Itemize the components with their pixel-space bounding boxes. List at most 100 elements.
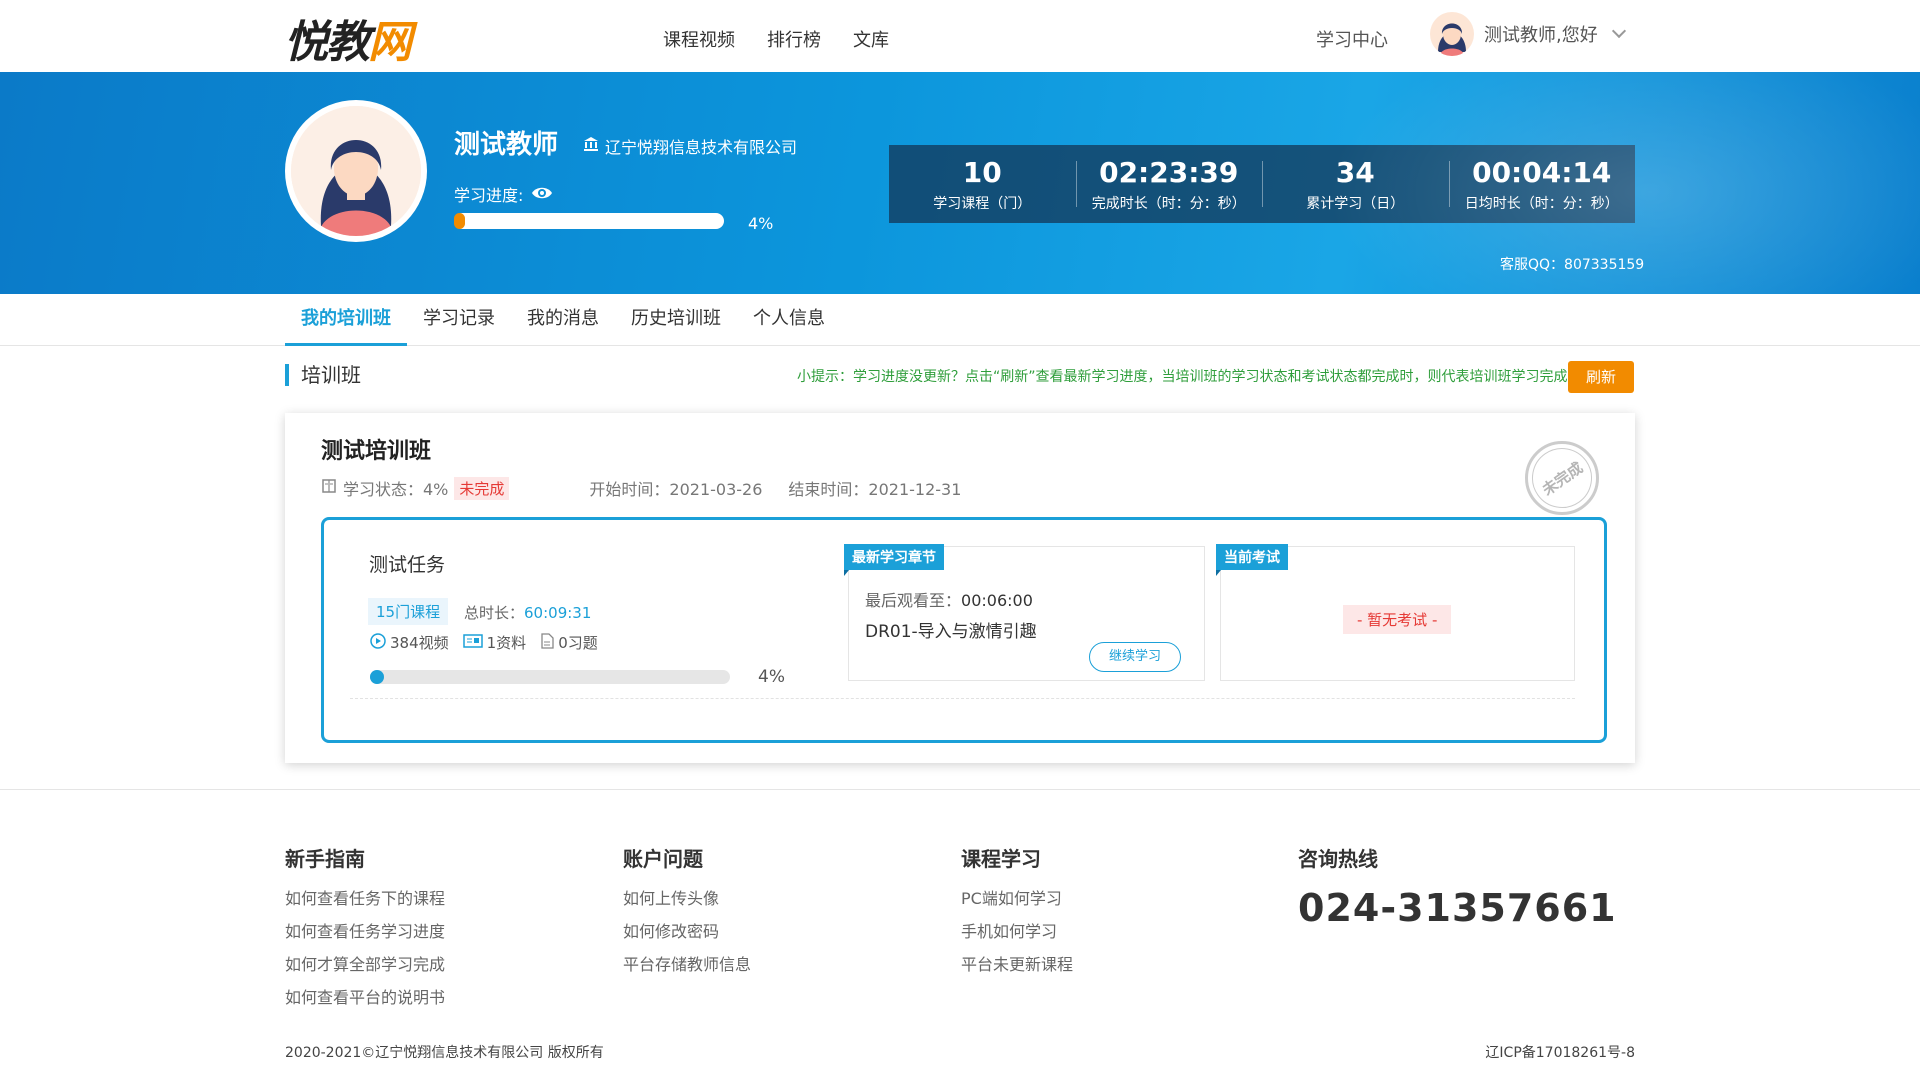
stat-completed-time: 02:23:39 完成时长（时：分：秒） <box>1075 145 1263 223</box>
stat-value: 00:04:14 <box>1472 155 1612 189</box>
footer-link[interactable]: PC端如何学习 <box>961 882 1073 915</box>
task-name: 测试任务 <box>369 554 446 576</box>
current-exam-panel: 当前考试 - 暂无考试 - <box>1216 544 1575 681</box>
stat-daily-average: 00:04:14 日均时长（时：分：秒） <box>1448 145 1636 223</box>
footer-link[interactable]: 平台未更新课程 <box>961 948 1073 981</box>
stat-value: 02:23:39 <box>1099 155 1239 189</box>
footer-col-account: 账户问题 如何上传头像 如何修改密码 平台存储教师信息 <box>623 843 751 981</box>
stat-total-days: 34 累计学习（日） <box>1262 145 1449 223</box>
footer-link[interactable]: 如何查看任务学习进度 <box>285 915 445 948</box>
avatar <box>1430 12 1474 56</box>
footer-divider <box>0 789 1920 790</box>
hotline-number: 024-31357661 <box>1298 886 1617 930</box>
class-meta: 学习状态：4% 未完成 开始时间：2021-03-26 结束时间：2021-12… <box>321 476 961 500</box>
stat-value: 34 <box>1335 155 1375 189</box>
no-exam-label: - 暂无考试 - <box>1343 605 1452 634</box>
latest-chapter-panel: 最新学习章节 最后观看至：00:06:00 DR01-导入与激情引趣 继续学习 <box>844 544 1205 681</box>
task-progress-bar <box>370 670 730 684</box>
footer-col-title: 账户问题 <box>623 847 703 871</box>
stat-label: 学习课程（门） <box>933 195 1032 212</box>
tab-study-records[interactable]: 学习记录 <box>407 294 511 346</box>
footer-col-courses: 课程学习 PC端如何学习 手机如何学习 平台未更新课程 <box>961 843 1073 981</box>
status-badge: 未完成 <box>454 476 510 500</box>
material-icon <box>462 633 483 653</box>
stamp-text: 未完成 <box>1520 436 1604 520</box>
user-menu[interactable]: 测试教师,您好 <box>1430 12 1626 56</box>
stat-label: 累计学习（日） <box>1306 195 1405 212</box>
main-nav: 课程视频 排行榜 文库 <box>663 26 889 52</box>
stats-panel: 10 学习课程（门） 02:23:39 完成时长（时：分：秒） 34 累计学习（… <box>889 145 1635 223</box>
institution-icon <box>583 136 599 156</box>
task-progress-percent: 4% <box>758 667 785 687</box>
refresh-button[interactable]: 刷新 <box>1568 361 1634 393</box>
last-watch: 最后观看至：00:06:00 <box>865 591 1033 610</box>
profile-avatar <box>285 100 427 242</box>
organization-name: 辽宁悦翔信息技术有限公司 <box>605 138 798 157</box>
start-time: 开始时间：2021-03-26 <box>589 480 763 499</box>
study-status: 学习状态：4% <box>343 480 449 499</box>
footer-link[interactable]: 如何才算全部学习完成 <box>285 948 445 981</box>
support-qq: 客服QQ：807335159 <box>1500 257 1645 273</box>
tab-my-messages[interactable]: 我的消息 <box>511 294 615 346</box>
current-exam-tag: 当前考试 <box>1216 544 1288 576</box>
nav-leaderboard[interactable]: 排行榜 <box>767 26 821 52</box>
stat-courses: 10 学习课程（门） <box>889 145 1076 223</box>
nav-library[interactable]: 文库 <box>853 26 889 52</box>
footer-link[interactable]: 手机如何学习 <box>961 915 1073 948</box>
profile-progress-bar <box>454 213 724 229</box>
tab-history-classes[interactable]: 历史培训班 <box>615 294 737 346</box>
stat-value: 10 <box>962 155 1002 189</box>
footer-col-guide: 新手指南 如何查看任务下的课程 如何查看任务学习进度 如何才算全部学习完成 如何… <box>285 843 445 1014</box>
task-progress-fill <box>370 670 385 684</box>
section-title: 培训班 <box>285 364 361 386</box>
book-icon <box>321 478 337 498</box>
organization: 辽宁悦翔信息技术有限公司 <box>583 134 797 158</box>
exercise-count: 0习题 <box>558 634 598 652</box>
footer-link[interactable]: 如何上传头像 <box>623 882 751 915</box>
footer-hotline: 咨询热线 024-31357661 <box>1298 843 1617 930</box>
refresh-tip: 小提示：学习进度没更新？点击“刷新”查看最新学习进度，当培训班的学习状态和考试状… <box>797 369 1582 385</box>
stat-label: 完成时长（时：分：秒） <box>1091 195 1246 212</box>
footer-link[interactable]: 如何查看平台的说明书 <box>285 981 445 1014</box>
chevron-down-icon <box>1611 23 1626 39</box>
latest-chapter-tag: 最新学习章节 <box>844 544 944 576</box>
profile-progress-percent: 4% <box>748 214 774 233</box>
end-time: 结束时间：2021-12-31 <box>788 480 962 499</box>
class-card: 测试培训班 学习状态：4% 未完成 开始时间：2021-03-26 结束时间：2… <box>285 413 1635 763</box>
icp-number[interactable]: 辽ICP备17018261号-8 <box>1485 1042 1635 1062</box>
stat-label: 日均时长（时：分：秒） <box>1464 195 1619 212</box>
continue-study-button[interactable]: 继续学习 <box>1089 642 1181 672</box>
hotline-title: 咨询热线 <box>1298 847 1378 871</box>
course-count-tag: 15门课程 <box>368 598 449 625</box>
tab-my-classes[interactable]: 我的培训班 <box>285 294 407 346</box>
eye-icon[interactable] <box>531 185 553 204</box>
progress-label-text: 学习进度: <box>454 186 524 205</box>
progress-label: 学习进度: <box>454 182 553 206</box>
nav-course-video[interactable]: 课程视频 <box>663 26 735 52</box>
total-duration: 总时长：60:09:31 <box>464 604 592 622</box>
class-title: 测试培训班 <box>321 439 432 464</box>
divider <box>350 698 1575 699</box>
user-greeting: 测试教师,您好 <box>1484 25 1598 46</box>
resource-counts: 384视频 1资料 0习题 <box>370 632 598 653</box>
footer-link[interactable]: 如何查看任务下的课程 <box>285 882 445 915</box>
footer-link[interactable]: 平台存储教师信息 <box>623 948 751 981</box>
footer-col-title: 新手指南 <box>285 847 365 871</box>
study-center-link[interactable]: 学习中心 <box>1316 26 1388 52</box>
video-count: 384视频 <box>390 634 449 652</box>
material-count: 1资料 <box>486 634 527 652</box>
incomplete-stamp: 未完成 <box>1520 436 1604 520</box>
footer-link[interactable]: 如何修改密码 <box>623 915 751 948</box>
copyright: 2020-2021©辽宁悦翔信息技术有限公司 版权所有 <box>285 1045 604 1061</box>
profile-tabs: 我的培训班 学习记录 我的消息 历史培训班 个人信息 <box>0 294 1920 346</box>
task-box: 测试任务 15门课程 总时长：60:09:31 384视频 1资料 0习题 4%… <box>321 517 1607 743</box>
site-logo[interactable]: 悦教网 <box>284 6 412 70</box>
profile-progress-fill <box>454 213 465 229</box>
exercise-icon <box>540 632 554 653</box>
profile-banner: 测试教师 辽宁悦翔信息技术有限公司 学习进度: 4% 10 学习课程（门） 02… <box>0 72 1920 294</box>
teacher-name: 测试教师 <box>454 130 559 160</box>
top-header: 悦教网 课程视频 排行榜 文库 学习中心 测试教师,您好 <box>0 0 1920 72</box>
play-icon <box>370 632 386 653</box>
chapter-title[interactable]: DR01-导入与激情引趣 <box>865 617 1037 642</box>
tab-personal-info[interactable]: 个人信息 <box>737 294 841 346</box>
